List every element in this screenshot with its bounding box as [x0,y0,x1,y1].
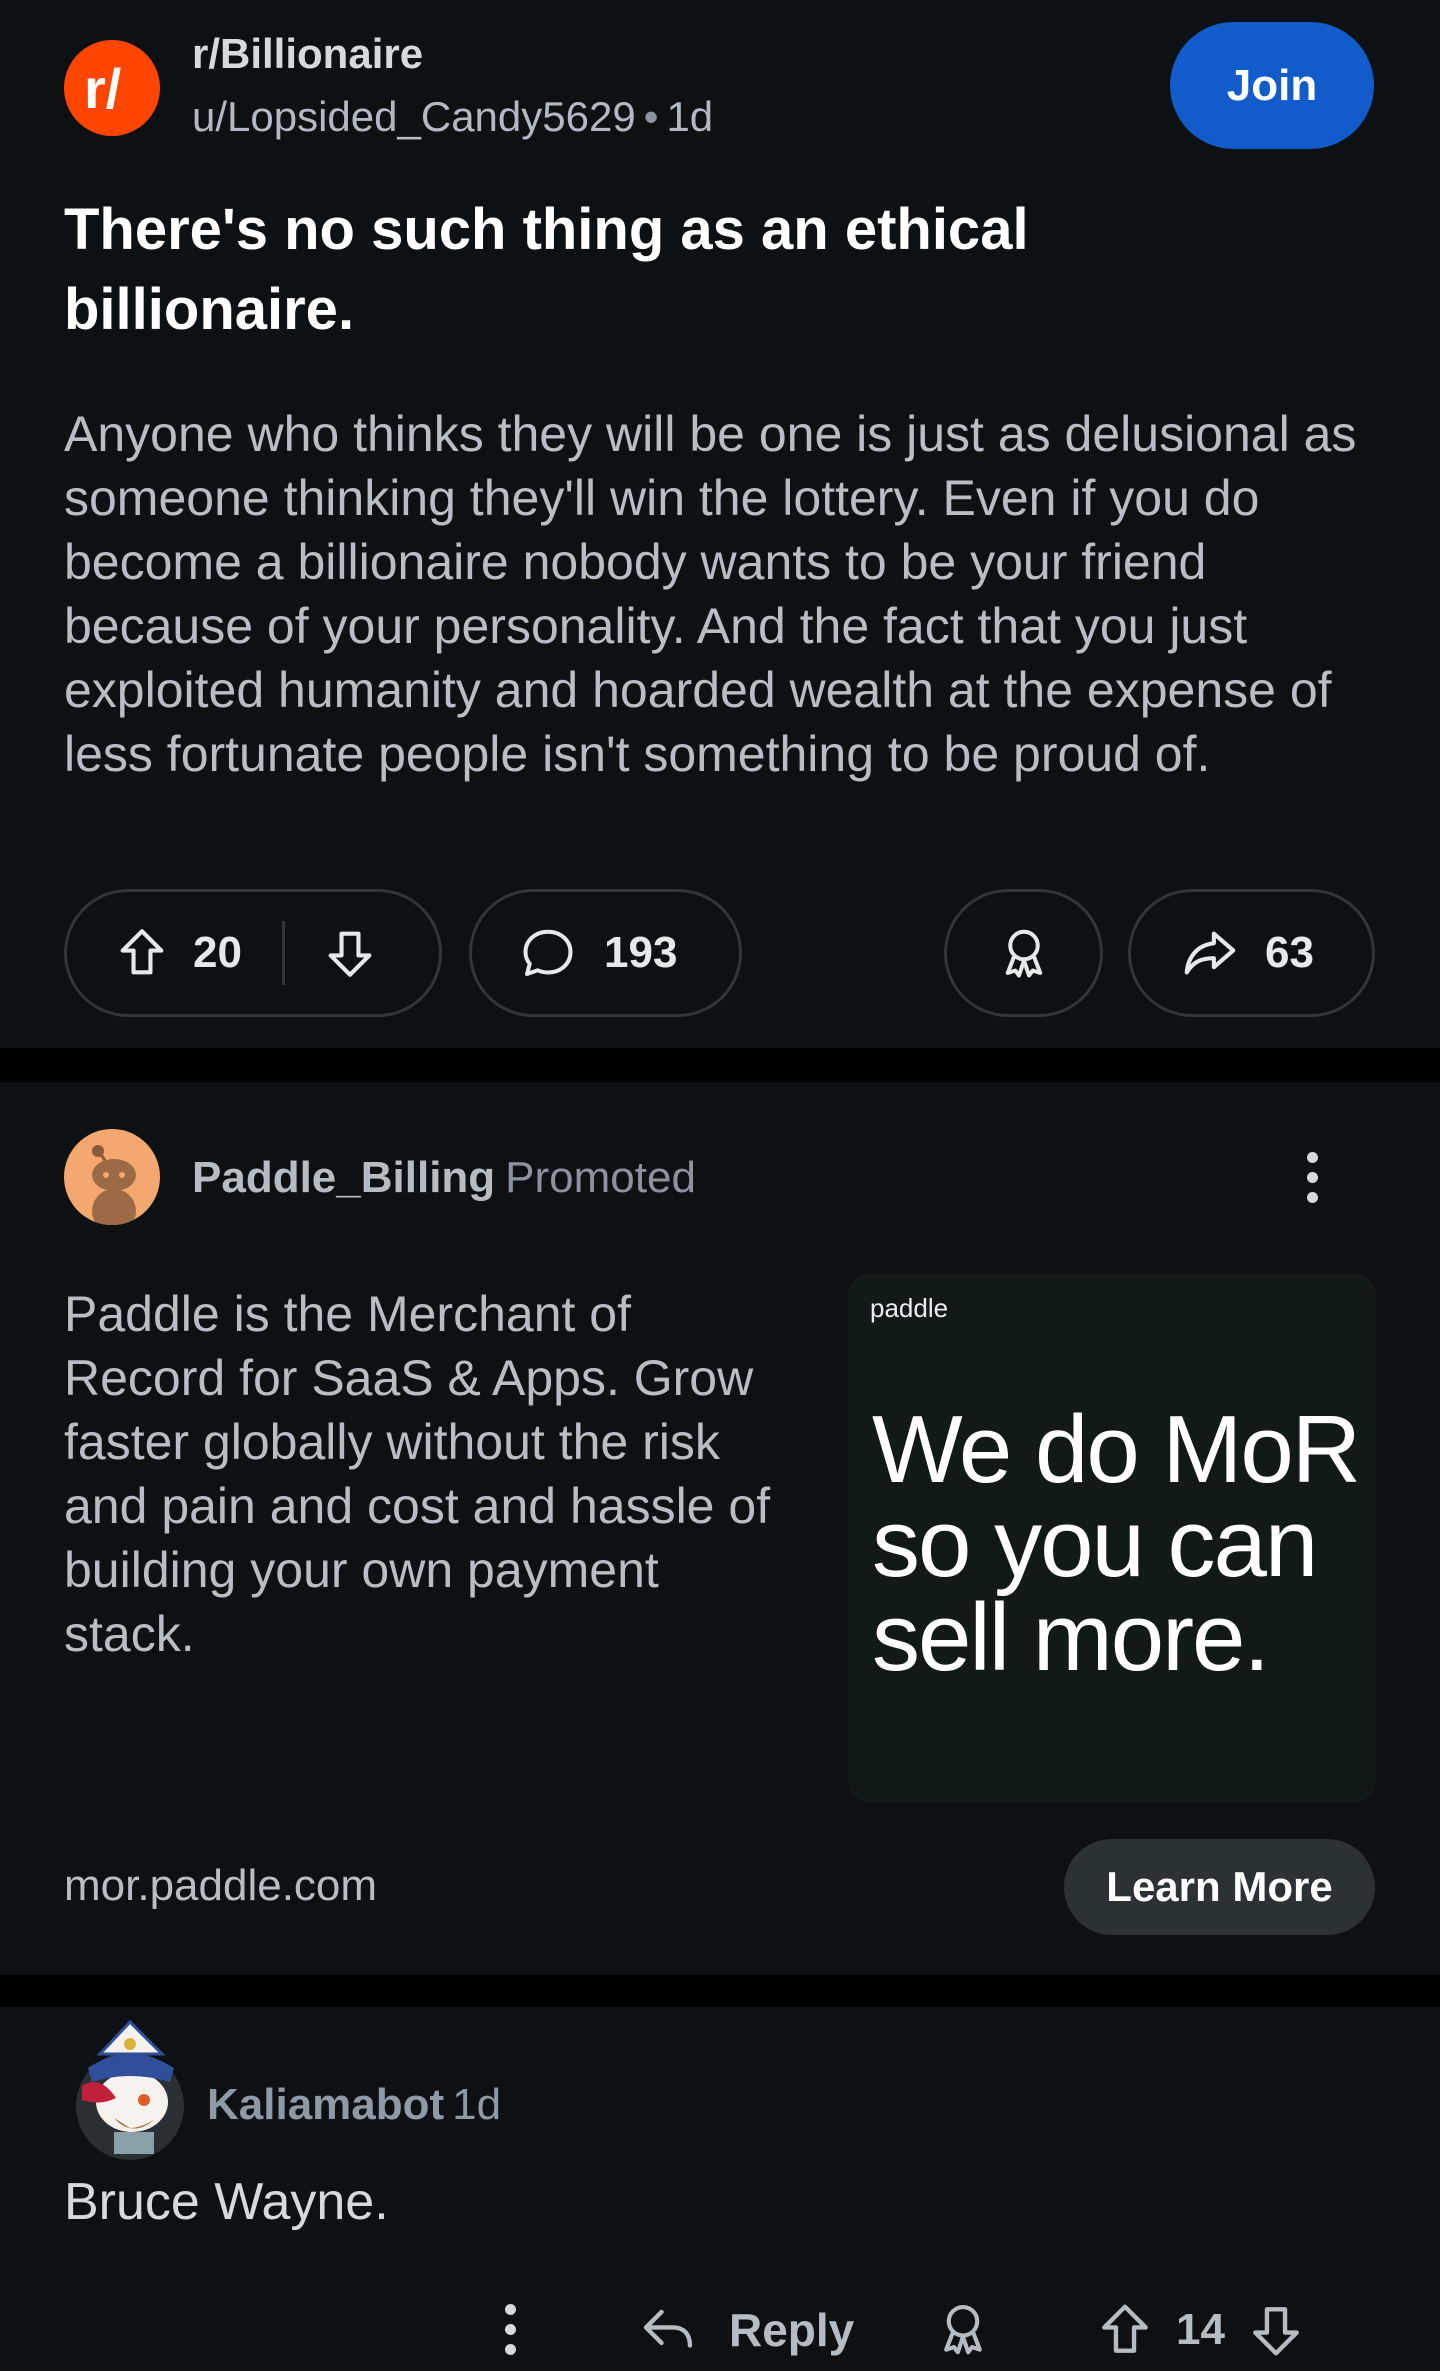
post-card: r/ r/Billionaire u/Lopsided_Candy5629 • 1d… [0,0,1440,1048]
post-meta: u/Lopsided_Candy5629 • 1d [192,93,713,141]
reply-button[interactable]: Reply [637,2290,854,2370]
ad-more-options-icon[interactable] [1292,1152,1332,1203]
meta-separator: • [643,93,659,140]
comment-body: Bruce Wayne. [64,2173,389,2231]
subreddit-avatar[interactable]: r/ [64,40,160,136]
advertiser-name[interactable]: Paddle_Billing [192,1153,495,1202]
upvote-count: 20 [193,928,242,977]
award-icon [1005,929,1042,978]
vote-divider [281,921,285,985]
award-button[interactable] [944,889,1103,1017]
snoo-avatar-icon [92,1145,136,1225]
learn-more-button[interactable]: Learn More [1064,1839,1375,1935]
post-title[interactable]: There's no such thing as an ethical bill… [64,190,1264,350]
subreddit-logo-icon: r/ [84,58,122,118]
ad-text[interactable]: Paddle is the Merchant of Record for Saa… [64,1282,784,1666]
subreddit-name[interactable]: r/Billionaire [192,30,423,78]
upvote-icon[interactable] [1094,2299,1156,2361]
comment-vote-controls: 14 [1094,2290,1307,2370]
comment-bubble-icon [523,929,573,976]
comment-vote-count: 14 [1176,2305,1225,2354]
comment-award-button[interactable] [932,2296,994,2367]
post-age: 1d [666,93,714,140]
ad-image[interactable]: paddle We do MoR so you can sell more. [848,1273,1376,1803]
reply-arrow-icon [643,2309,693,2348]
share-count: 63 [1265,928,1314,977]
upvote-icon[interactable] [113,924,171,982]
svg-text:r/: r/ [84,58,122,118]
advertiser-avatar[interactable] [64,1129,160,1225]
reply-label: Reply [729,2304,855,2356]
comment-author[interactable]: Kaliamabot [207,2080,444,2129]
advertiser-line: Paddle_Billing Promoted [192,1153,696,1203]
vote-pill: 20 [64,889,442,1017]
post-author[interactable]: u/Lopsided_Candy5629 [192,93,636,140]
commenter-avatar[interactable] [70,2010,190,2160]
award-icon [944,2304,982,2355]
comment-more-options-icon[interactable] [490,2304,530,2355]
comment-header: Kaliamabot 1d [207,2080,501,2130]
downvote-icon[interactable] [1245,2299,1307,2361]
join-button[interactable]: Join [1170,22,1374,149]
promoted-label: Promoted [505,1153,696,1202]
comment-count: 193 [604,928,678,977]
comments-button[interactable]: 193 [469,889,742,1017]
ad-url[interactable]: mor.paddle.com [64,1861,377,1911]
downvote-icon[interactable] [321,924,379,982]
share-arrow-icon [1184,931,1236,975]
ad-logo: paddle [870,1293,949,1323]
snoo-captain-avatar-icon [76,2019,184,2160]
post-body: Anyone who thinks they will be one is ju… [64,406,1357,782]
ad-headline: We do MoR so you can sell more. [872,1396,1361,1691]
share-button[interactable]: 63 [1128,889,1375,1017]
comment-age: 1d [452,2080,502,2129]
